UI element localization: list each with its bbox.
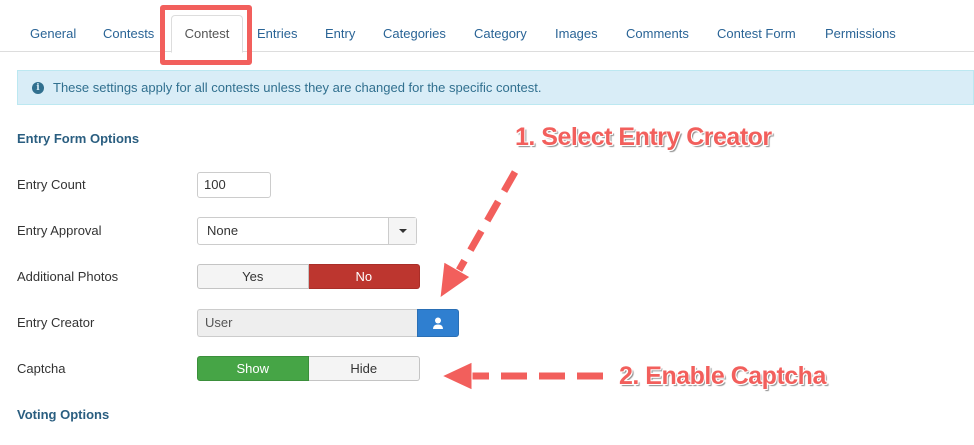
tab-images[interactable]: Images: [555, 26, 598, 41]
captcha-label: Captcha: [17, 361, 66, 376]
arrow-to-entry-creator: [454, 170, 519, 274]
entry-creator-label: Entry Creator: [17, 315, 95, 330]
tab-category[interactable]: Category: [474, 26, 527, 41]
additional-photos-toggle: Yes No: [197, 264, 420, 289]
additional-photos-yes-button[interactable]: Yes: [197, 264, 309, 289]
entry-form-options-title: Entry Form Options: [17, 131, 140, 146]
additional-photos-label: Additional Photos: [17, 269, 119, 284]
tab-contests[interactable]: Contests: [103, 26, 154, 41]
entry-count-input[interactable]: 100: [197, 172, 271, 198]
chevron-down-icon: [399, 229, 407, 233]
additional-photos-no-button[interactable]: No: [308, 264, 420, 289]
info-alert: i These settings apply for all contests …: [17, 70, 974, 105]
entry-approval-label: Entry Approval: [17, 223, 102, 238]
entry-approval-value: None: [207, 223, 239, 238]
tab-entry[interactable]: Entry: [325, 26, 355, 41]
tab-permissions[interactable]: Permissions: [825, 26, 896, 41]
arrow-head-1: [439, 261, 471, 300]
captcha-show-button[interactable]: Show: [197, 356, 309, 381]
annotation-step-1: 1. Select Entry Creator: [515, 123, 772, 151]
annotation-step-2: 2. Enable Captcha: [619, 362, 826, 390]
info-icon: i: [32, 82, 44, 94]
tab-bar: General Contests Contest Entries Entry C…: [0, 0, 974, 53]
tab-contest-form[interactable]: Contest Form: [717, 26, 796, 41]
tab-categories[interactable]: Categories: [383, 26, 446, 41]
tab-general[interactable]: General: [30, 26, 76, 41]
voting-options-title: Voting Options: [17, 407, 110, 422]
tab-contest[interactable]: Contest: [171, 15, 243, 53]
captcha-hide-button[interactable]: Hide: [308, 356, 420, 381]
entry-approval-select[interactable]: None: [197, 217, 417, 245]
arrow-head-2: [440, 361, 473, 391]
entry-creator-field[interactable]: User: [197, 309, 417, 337]
user-icon: [433, 317, 443, 329]
tab-entries[interactable]: Entries: [257, 26, 297, 41]
select-user-button[interactable]: [417, 309, 459, 337]
annotation-arrows: [439, 170, 603, 391]
entry-count-label: Entry Count: [17, 177, 86, 192]
captcha-toggle: Show Hide: [197, 356, 420, 381]
alert-text: These settings apply for all contests un…: [53, 80, 542, 95]
tab-comments[interactable]: Comments: [626, 26, 689, 41]
select-dropdown-toggle[interactable]: [388, 218, 416, 244]
